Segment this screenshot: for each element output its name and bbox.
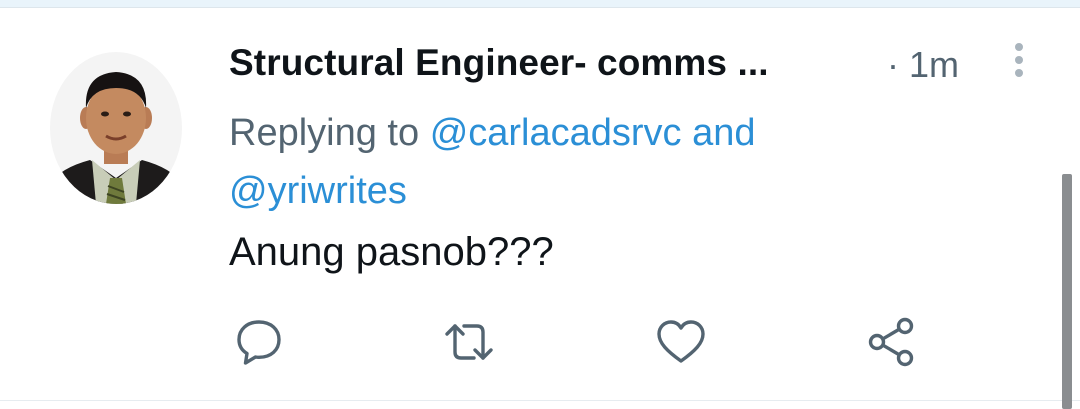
reply-icon bbox=[237, 320, 281, 365]
mention-link[interactable]: @yriwrites bbox=[229, 170, 407, 212]
tweet[interactable]: Structural Engineer- comms ... · 1m Repl… bbox=[0, 8, 1080, 400]
replying-prefix: Replying to bbox=[229, 112, 420, 154]
avatar[interactable] bbox=[50, 52, 182, 204]
share-button[interactable] bbox=[863, 314, 919, 370]
tweet-actions bbox=[229, 314, 949, 370]
retweet-button[interactable] bbox=[441, 314, 497, 370]
timestamp[interactable]: · 1m bbox=[887, 44, 959, 86]
share-icon bbox=[868, 317, 914, 367]
author-name[interactable]: Structural Engineer- comms ... bbox=[229, 42, 869, 84]
replying-to: Replying to @carlacadsrvc and @yriwrites bbox=[229, 104, 929, 220]
scrollbar[interactable] bbox=[1062, 174, 1072, 409]
avatar-image bbox=[50, 52, 182, 204]
more-vertical-icon[interactable] bbox=[1009, 40, 1029, 84]
retweet-icon bbox=[445, 324, 493, 360]
reply-button[interactable] bbox=[231, 314, 287, 370]
heart-icon bbox=[657, 320, 705, 363]
mention-link[interactable]: @carlacadsrvc bbox=[430, 112, 682, 154]
time-value: 1m bbox=[909, 44, 960, 85]
mention-conjunction[interactable]: and bbox=[692, 112, 755, 154]
tweet-text: Anung pasnob??? bbox=[229, 230, 554, 274]
top-strip bbox=[0, 0, 1080, 8]
time-separator: · bbox=[887, 44, 899, 85]
tweet-header: Structural Engineer- comms ... · 1m bbox=[229, 38, 1049, 86]
like-button[interactable] bbox=[653, 314, 709, 370]
divider bbox=[0, 400, 1080, 401]
